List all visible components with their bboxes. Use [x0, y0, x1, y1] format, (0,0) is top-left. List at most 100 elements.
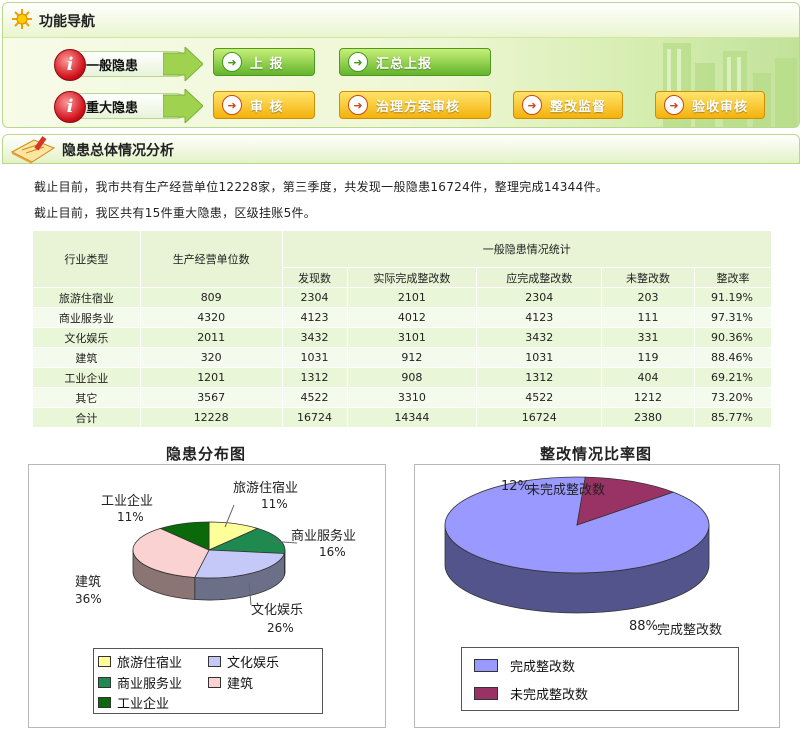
header-not-done: 未整改数	[601, 267, 695, 288]
rectification-chart-title: 整改情况比率图	[539, 445, 652, 463]
report-button[interactable]: ➜ 上 报	[213, 48, 315, 76]
header-found: 发现数	[281, 267, 348, 288]
rectification-supervision-button[interactable]: ➜ 整改监督	[513, 91, 623, 119]
table-cell: 2011	[139, 327, 283, 348]
pct-construction: 36%	[75, 592, 102, 606]
arrow-circle-icon: ➜	[522, 95, 542, 115]
table-cell: 203	[601, 287, 695, 308]
table-cell: 90.36%	[693, 327, 773, 348]
table-cell: 1031	[476, 347, 603, 368]
legend-swatch	[474, 687, 498, 700]
table-row: 其它 3567 4522 3310 4522 1212 73.20%	[32, 387, 773, 408]
pct-done: 88%	[629, 619, 658, 634]
table-cell: 3310	[346, 387, 478, 408]
review-button[interactable]: ➜ 审 核	[213, 91, 315, 119]
label-tourism: 旅游住宿业	[233, 481, 299, 496]
table-row: 建筑 320 1031 912 1031 119 88.46%	[32, 347, 773, 368]
table-cell: 73.20%	[693, 387, 773, 408]
table-cell: 404	[601, 367, 695, 388]
table-cell: 809	[139, 287, 283, 308]
table-cell: 3432	[476, 327, 603, 348]
label-commerce: 商业服务业	[291, 529, 357, 544]
legend-swatch	[98, 697, 111, 708]
arrow-right-icon	[163, 89, 203, 123]
table-cell-industry: 其它	[32, 387, 141, 408]
table-cell-industry: 旅游住宿业	[32, 287, 141, 308]
table-cell: 1312	[476, 367, 603, 388]
info-icon: i	[54, 91, 86, 123]
table-cell: 1201	[139, 367, 283, 388]
legend-item-industry: 工业企业	[98, 693, 169, 712]
table-cell: 2304	[281, 287, 348, 308]
label-industry: 工业企业	[101, 494, 154, 509]
label-construction: 建筑	[75, 575, 102, 590]
table-cell: 14344	[346, 407, 478, 428]
table-cell: 1031	[281, 347, 348, 368]
notebook-icon	[10, 136, 56, 164]
table-cell: 111	[601, 307, 695, 328]
header-rate: 整改率	[693, 267, 773, 288]
legend-swatch	[98, 677, 111, 688]
table-cell: 91.19%	[693, 287, 773, 308]
general-hazard-text: 一般隐患	[86, 58, 139, 74]
arrow-right-icon	[163, 47, 203, 81]
distribution-chart-title: 隐患分布图	[165, 445, 246, 463]
table-cell: 119	[601, 347, 695, 368]
label-done: 完成整改数	[657, 623, 723, 638]
header-general-hazard: 一般隐患情况统计	[281, 230, 773, 268]
table-cell: 2304	[476, 287, 603, 308]
table-cell: 97.31%	[693, 307, 773, 328]
info-icon: i	[54, 49, 86, 81]
table-row: 工业企业 1201 1312 908 1312 404 69.21%	[32, 367, 773, 388]
analysis-title: 隐患总体情况分析	[62, 143, 174, 159]
pct-tourism: 11%	[261, 497, 288, 511]
table-row: 文化娱乐 2011 3432 3101 3432 331 90.36%	[32, 327, 773, 348]
table-cell: 3567	[139, 387, 283, 408]
legend-item-commerce: 商业服务业	[98, 673, 182, 692]
table-cell-industry: 工业企业	[32, 367, 141, 388]
arrow-circle-icon: ➜	[664, 95, 684, 115]
table-cell-industry: 文化娱乐	[32, 327, 141, 348]
table-cell: 4522	[281, 387, 348, 408]
arrow-circle-icon: ➜	[222, 52, 242, 72]
summary-report-button[interactable]: ➜ 汇总上报	[339, 48, 491, 76]
arrow-circle-icon: ➜	[222, 95, 242, 115]
distribution-chart-box: 工业企业 11% 旅游住宿业 11% 商业服务业 16% 建筑 36% 文化娱乐…	[28, 464, 386, 728]
table-cell: 2380	[601, 407, 695, 428]
table-cell: 331	[601, 327, 695, 348]
table-cell: 3432	[281, 327, 348, 348]
arrow-circle-icon: ➜	[348, 52, 368, 72]
table-cell-industry: 建筑	[32, 347, 141, 368]
table-cell: 1312	[281, 367, 348, 388]
major-hazard-text: 重大隐患	[86, 100, 139, 116]
summary-line-1: 截止目前，我市共有生产经营单位12228家，第三季度，共发现一般隐患16724件…	[34, 180, 609, 194]
table-cell: 4320	[139, 307, 283, 328]
treatment-plan-review-button[interactable]: ➜ 治理方案审核	[339, 91, 491, 119]
legend-swatch	[208, 656, 221, 667]
legend-item-construction: 建筑	[208, 673, 253, 692]
summary-line-2: 截止目前，我区共有15件重大隐患，区级挂账5件。	[34, 206, 317, 220]
header-industry: 行业类型	[32, 230, 141, 288]
acceptance-review-button[interactable]: ➜ 验收审核	[655, 91, 765, 119]
legend-swatch	[98, 656, 111, 667]
table-cell: 88.46%	[693, 347, 773, 368]
table-cell: 3101	[346, 327, 478, 348]
pct-commerce: 16%	[319, 545, 346, 559]
rectification-legend: 完成整改数 未完成整改数	[461, 647, 739, 711]
rectification-chart-box: 12% 未完成整改数 88% 完成整改数 完成整改数 未完成整改数	[414, 464, 780, 728]
header-should-done: 应完成整改数	[476, 267, 603, 288]
table-cell: 4123	[281, 307, 348, 328]
function-nav-panel: 功能导航 i 一般隐患 ➜ 上 报 ➜ 汇总上报 i 重大隐患 ➜ 审 核 ➜ 治理方案	[2, 2, 800, 128]
legend-item-not-done: 未完成整改数	[474, 684, 588, 703]
table-cell: 4123	[476, 307, 603, 328]
table-cell: 12228	[139, 407, 283, 428]
legend-item-tourism: 旅游住宿业	[98, 652, 182, 671]
arrow-circle-icon: ➜	[348, 95, 368, 115]
table-cell: 908	[346, 367, 478, 388]
table-row: 商业服务业 4320 4123 4012 4123 111 97.31%	[32, 307, 773, 328]
table-cell-industry: 商业服务业	[32, 307, 141, 328]
legend-swatch	[208, 677, 221, 688]
pct-industry: 11%	[117, 510, 144, 524]
header-units: 生产经营单位数	[139, 230, 283, 288]
table-cell: 2101	[346, 287, 478, 308]
